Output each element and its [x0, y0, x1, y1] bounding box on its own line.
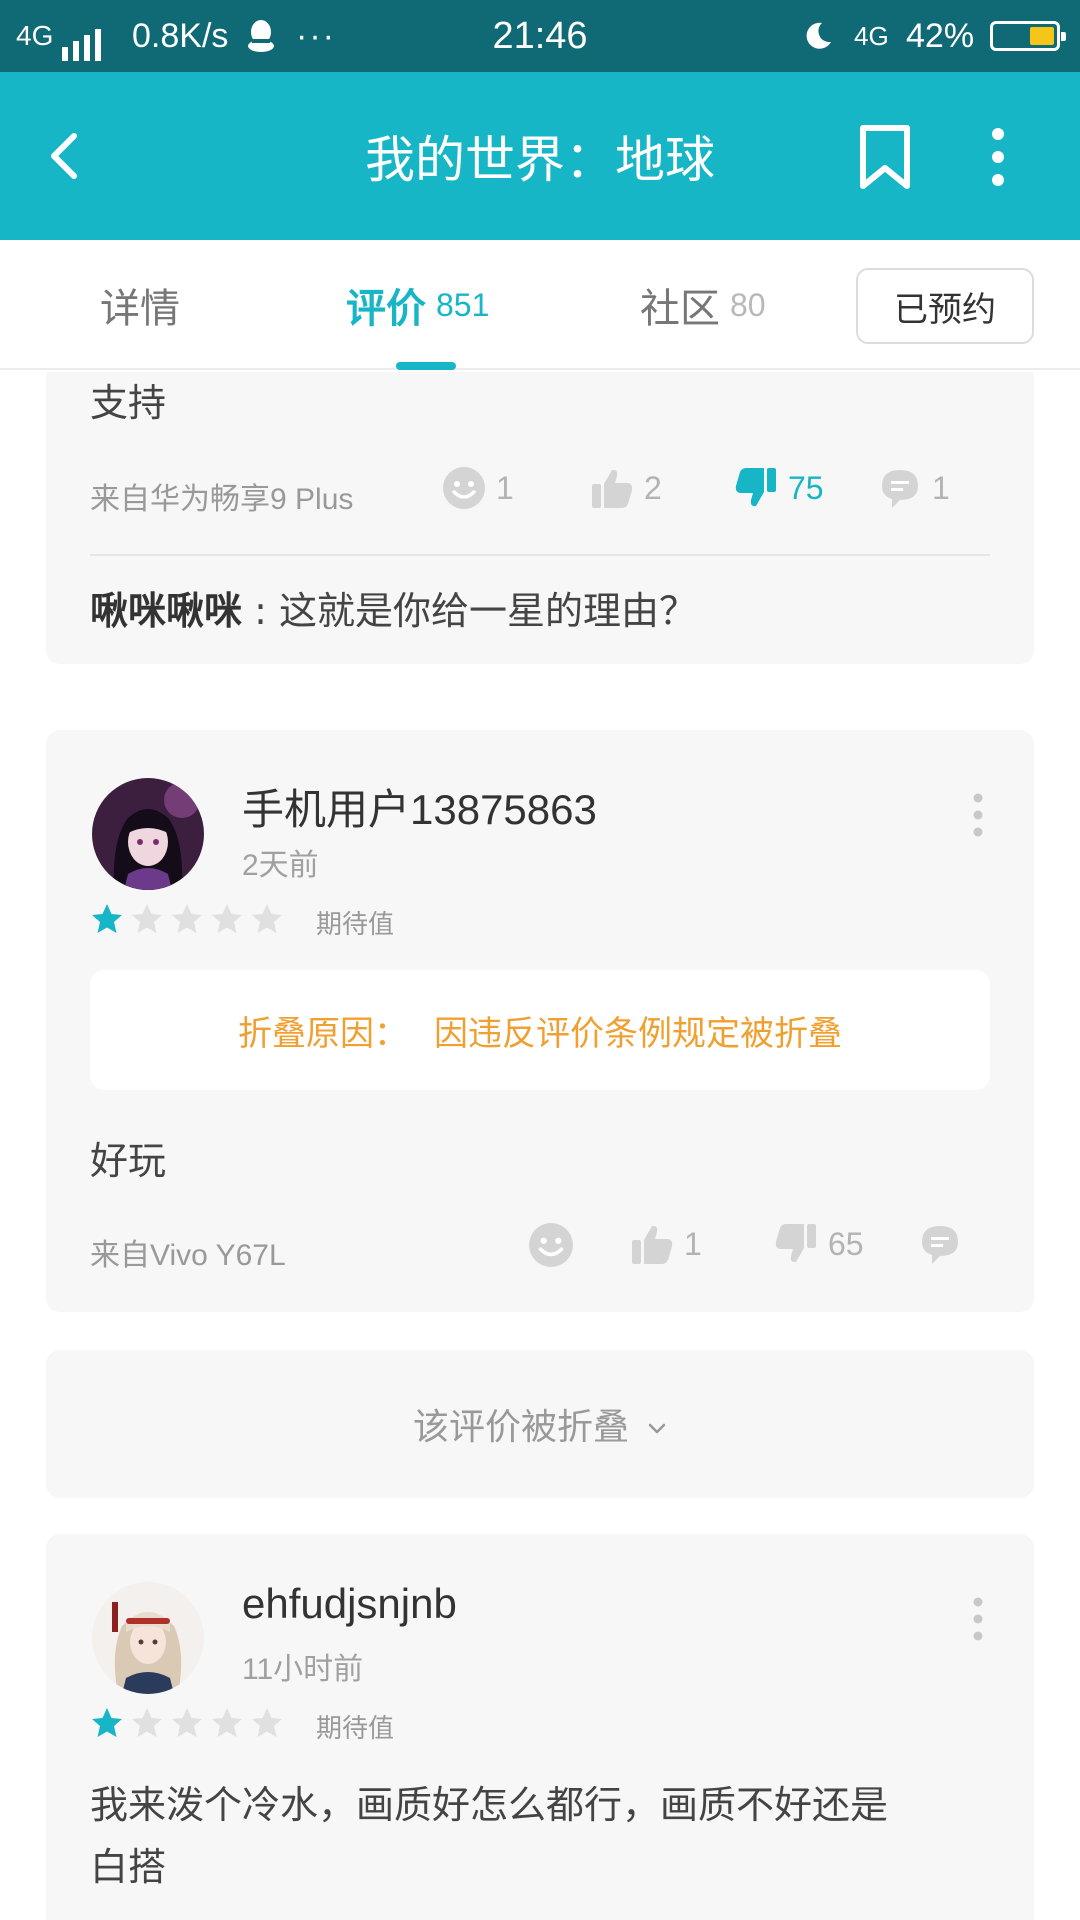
star-rating [90, 902, 284, 936]
fold-reason-box: 折叠原因： 因违反评价条例规定被折叠 [90, 970, 990, 1090]
reply-text: 这就是你给一星的理由？ [278, 589, 697, 633]
reply-username: 啾咪啾咪 [90, 589, 243, 633]
review-text: 我来泼个冷水，画质好怎么都行，画质不好还是 白搭 [90, 1774, 888, 1898]
star-empty-icon [212, 1708, 242, 1737]
star-filled-icon [92, 1708, 122, 1737]
review-card: ehfudjsnjnb 11小时前 期待值 我来泼个冷水，画质好怎么都行，画质不… [46, 1534, 1034, 1920]
dislike-button[interactable]: 75 [734, 466, 824, 510]
star-empty-icon [252, 904, 282, 933]
tab-community-label: 社区 [640, 286, 720, 332]
review-text-line: 白搭 [90, 1845, 167, 1889]
fold-reason-text: 因违反评价条例规定被折叠 [434, 1013, 842, 1054]
star-empty-icon [132, 1708, 162, 1737]
more-vertical-icon[interactable] [968, 792, 988, 838]
network-type-2: 4G [854, 20, 889, 51]
funny-button[interactable]: 1 [442, 466, 514, 510]
review-card: 支持 来自华为畅享9 Plus 1 2 75 1 啾咪啾咪: 这就是你给一星的… [46, 372, 1034, 664]
star-empty-icon [212, 904, 242, 933]
funny-button[interactable] [528, 1222, 574, 1268]
more-vertical-icon[interactable] [968, 1596, 988, 1642]
folded-review-card: 该评价被折叠 [46, 1350, 1034, 1498]
review-device: 来自华为畅享9 Plus [90, 483, 354, 516]
thumbs-down-icon [774, 1222, 818, 1266]
folded-label: 该评价被折叠 [412, 1407, 629, 1448]
like-button[interactable]: 2 [590, 466, 662, 510]
review-list[interactable]: 支持 来自华为畅享9 Plus 1 2 75 1 啾咪啾咪: 这就是你给一星的… [0, 372, 1080, 1920]
avatar[interactable] [92, 778, 204, 890]
tab-community-count: 80 [730, 286, 766, 323]
status-bar: 4G 0.8K/s ··· 21:46 4G 42% [0, 0, 1080, 72]
title-bar: 我的世界：地球 [0, 72, 1080, 240]
comment-count: 1 [932, 469, 950, 506]
tab-review-label: 评价 [346, 286, 426, 332]
reply-item[interactable]: 啾咪啾咪 : 这就是你给一星的理由？ [90, 580, 697, 635]
back-arrow-icon[interactable] [38, 126, 98, 186]
expand-folded-button[interactable]: 该评价被折叠 [46, 1350, 1034, 1498]
rating-label: 期待值 [316, 1714, 395, 1744]
rating-label: 期待值 [316, 910, 395, 940]
tab-bar: 详情 评价 851 社区 80 已预约 [0, 240, 1080, 370]
review-time: 2天前 [242, 849, 319, 882]
thumbs-down-icon [734, 466, 778, 510]
like-button[interactable]: 1 [630, 1222, 702, 1266]
moon-icon [802, 0, 834, 72]
review-text: 好玩 [90, 1139, 167, 1183]
comment-button[interactable]: 1 [878, 466, 950, 510]
review-card: 手机用户13875863 2天前 期待值 折叠原因： 因违反评价条例规定被折叠 好… [46, 730, 1034, 1312]
tab-detail[interactable]: 详情 [100, 240, 180, 370]
tab-detail-label: 详情 [100, 286, 180, 332]
comment-icon [878, 466, 922, 510]
thumbs-up-icon [590, 466, 634, 510]
avatar[interactable] [92, 1582, 204, 1694]
star-filled-icon [92, 904, 122, 933]
comment-icon [918, 1222, 962, 1266]
review-time: 11小时前 [242, 1653, 364, 1686]
review-username[interactable]: 手机用户13875863 [242, 776, 597, 837]
more-vertical-icon[interactable] [980, 124, 1016, 190]
battery-icon [990, 0, 1066, 72]
tab-community[interactable]: 社区 80 [640, 240, 766, 370]
star-empty-icon [172, 904, 202, 933]
dislike-count: 65 [828, 1225, 864, 1262]
tab-review-count: 851 [436, 286, 490, 323]
like-count: 1 [684, 1225, 702, 1262]
battery-percent: 42% [906, 16, 975, 55]
chevron-down-icon [647, 1404, 667, 1445]
like-count: 2 [644, 469, 662, 506]
fold-reason-label: 折叠原因： [238, 1013, 408, 1054]
review-text: 支持 [90, 381, 167, 425]
star-rating [90, 1706, 284, 1740]
tab-review[interactable]: 评价 851 [346, 240, 489, 370]
star-empty-icon [132, 904, 162, 933]
reserve-button[interactable]: 已预约 [856, 268, 1034, 344]
comment-button[interactable] [918, 1222, 962, 1266]
divider [90, 554, 990, 556]
bookmark-icon[interactable] [855, 124, 915, 190]
review-text-line: 我来泼个冷水，画质好怎么都行，画质不好还是 [90, 1783, 889, 1827]
page-title: 我的世界：地球 [365, 131, 715, 189]
smile-icon [528, 1222, 574, 1268]
dislike-button[interactable]: 65 [774, 1222, 864, 1266]
dislike-count: 75 [788, 469, 824, 506]
smile-icon [442, 466, 486, 510]
thumbs-up-icon [630, 1222, 674, 1266]
star-empty-icon [252, 1708, 282, 1737]
review-username[interactable]: ehfudjsnjnb [242, 1580, 457, 1628]
funny-count: 1 [496, 469, 514, 506]
star-empty-icon [172, 1708, 202, 1737]
tab-indicator [396, 362, 456, 370]
reply-separator: : [242, 589, 279, 633]
review-device: 来自Vivo Y67L [90, 1239, 286, 1272]
